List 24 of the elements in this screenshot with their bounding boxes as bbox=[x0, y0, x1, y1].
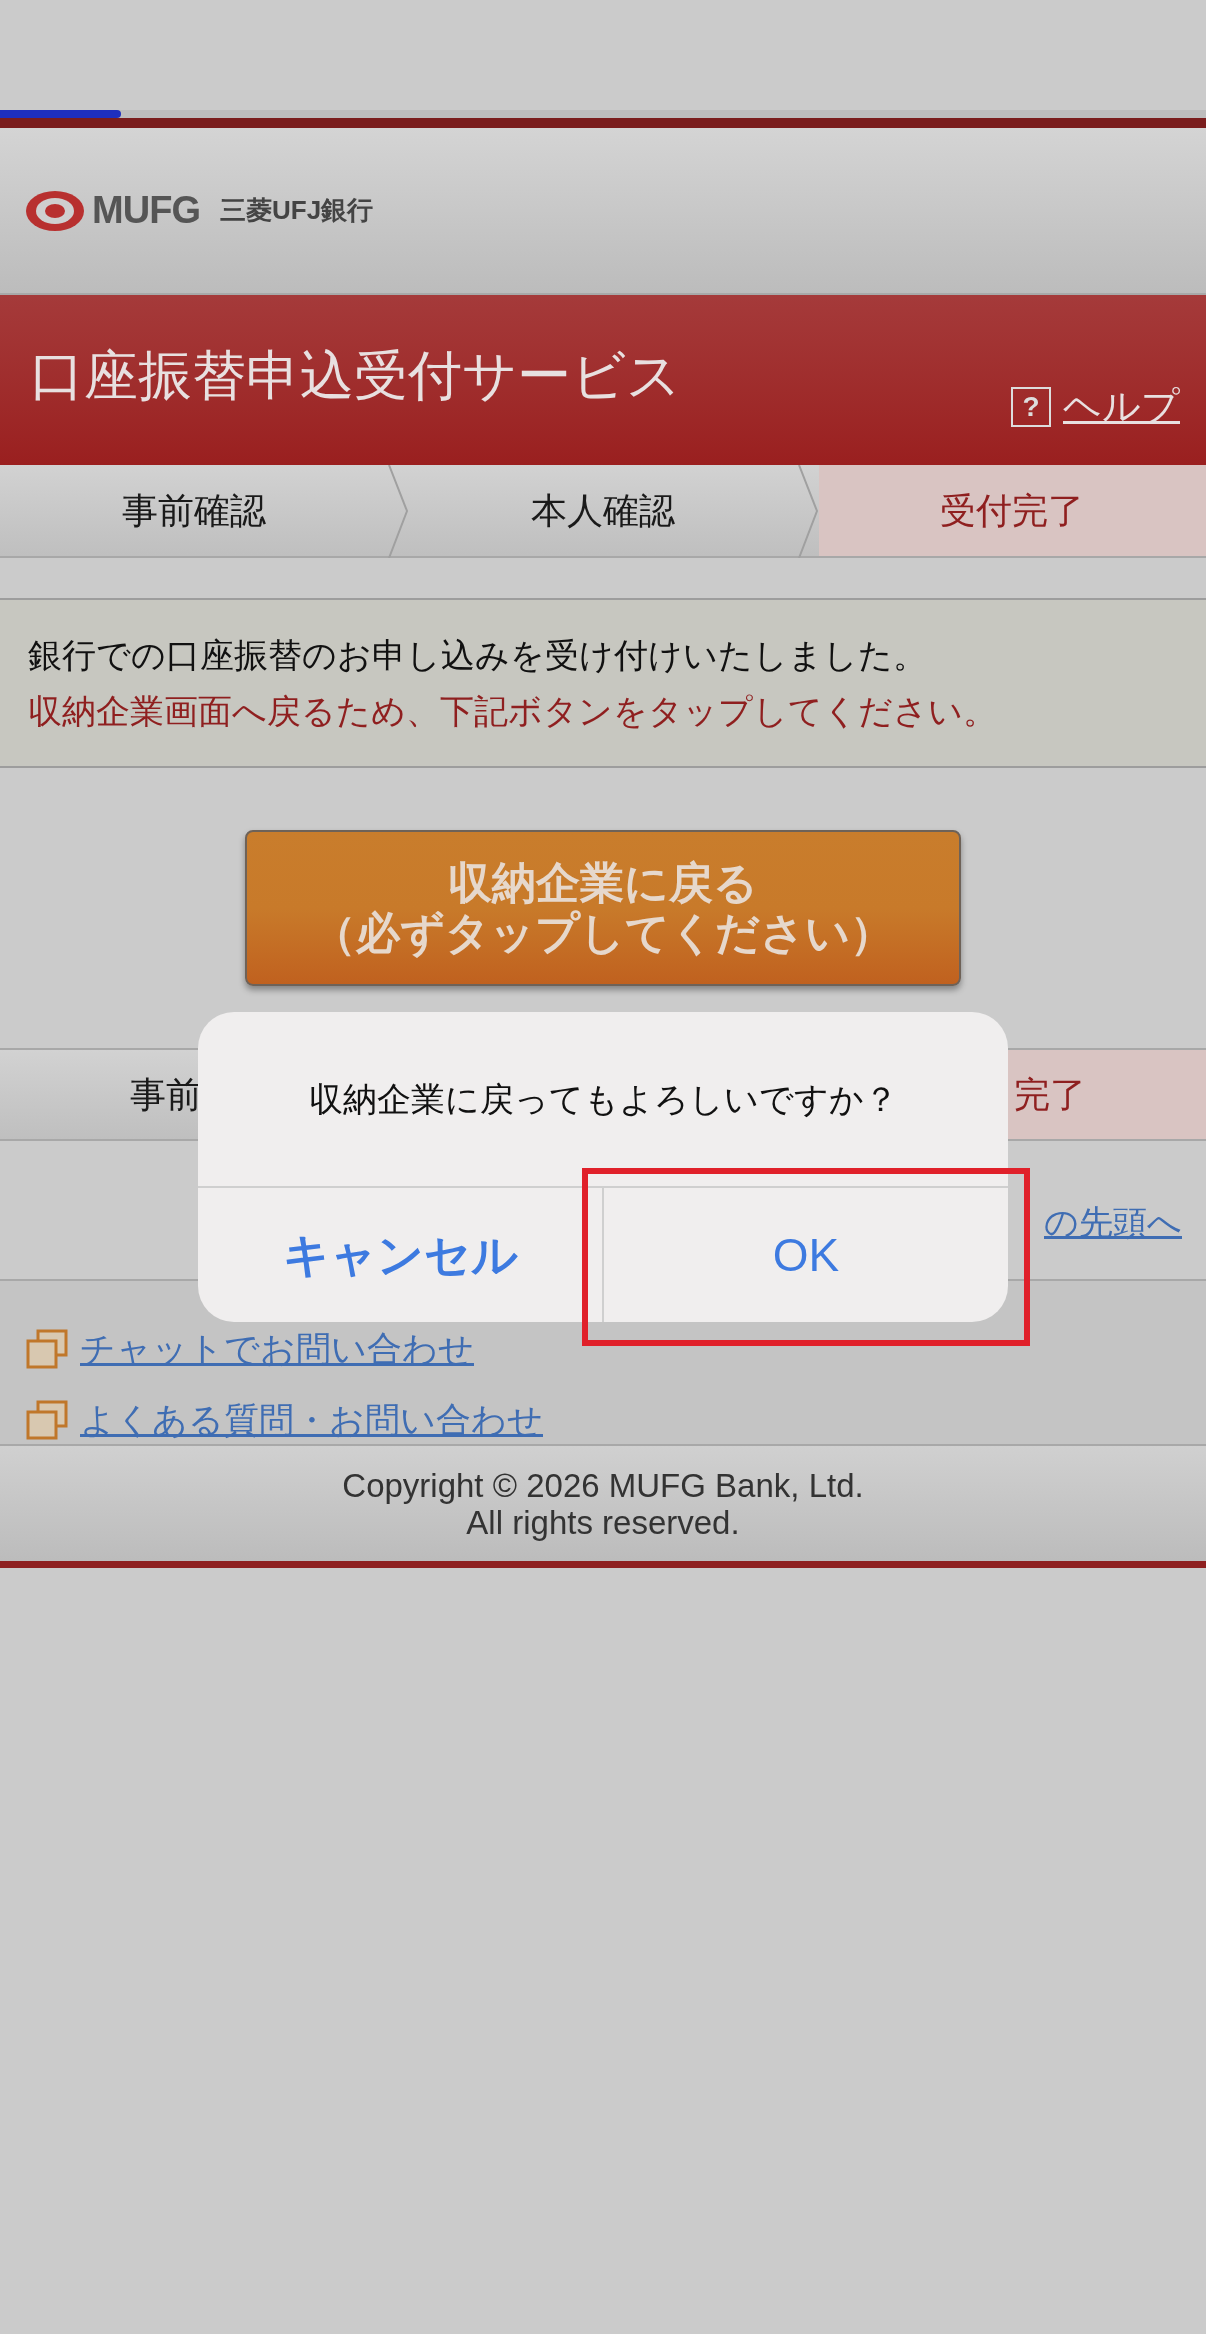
page-top-link[interactable]: の先頭へ bbox=[1044, 1196, 1182, 1248]
page-title: 口座振替申込受付サービス bbox=[30, 343, 681, 407]
copyright-text: Copyright © 2026 MUFG Bank, Ltd. bbox=[342, 1466, 864, 1504]
help-icon: ? bbox=[1011, 386, 1051, 427]
windows-icon bbox=[26, 1399, 68, 1440]
bank-name: 三菱UFJ銀行 bbox=[220, 194, 374, 227]
return-button[interactable]: 収納企業に戻る （必ずタップしてください） bbox=[245, 830, 961, 986]
windows-icon bbox=[26, 1329, 68, 1370]
dialog-message: 収納企業に戻ってもよろしいですか？ bbox=[308, 1078, 898, 1120]
help-link[interactable]: よくある質問・お問い合わせ bbox=[80, 1393, 543, 1446]
message-text: 収納企業画面へ戻るため、下記ボタンをタップしてください。 bbox=[28, 691, 998, 732]
logo-icon bbox=[24, 188, 86, 233]
step-label: 完了 bbox=[1006, 1050, 1206, 1139]
help-link[interactable]: チャットでお問い合わせ bbox=[80, 1323, 474, 1376]
message-text: 銀行での口座振替のお申し込みを受け付けいたしました。 bbox=[28, 635, 928, 676]
copyright-text: All rights reserved. bbox=[466, 1503, 740, 1541]
step-label: 事前 bbox=[129, 1072, 202, 1117]
step-label: 受付完了 bbox=[818, 465, 1206, 556]
step-label: 本人確認 bbox=[530, 488, 676, 533]
dialog-button[interactable]: キャンセル bbox=[198, 1188, 602, 1322]
logo-text: MUFG bbox=[92, 188, 201, 233]
step-label: 事前確認 bbox=[120, 488, 267, 533]
dialog-button[interactable]: OK bbox=[602, 1188, 1008, 1322]
help-link[interactable]: ヘルプ bbox=[1063, 378, 1180, 435]
